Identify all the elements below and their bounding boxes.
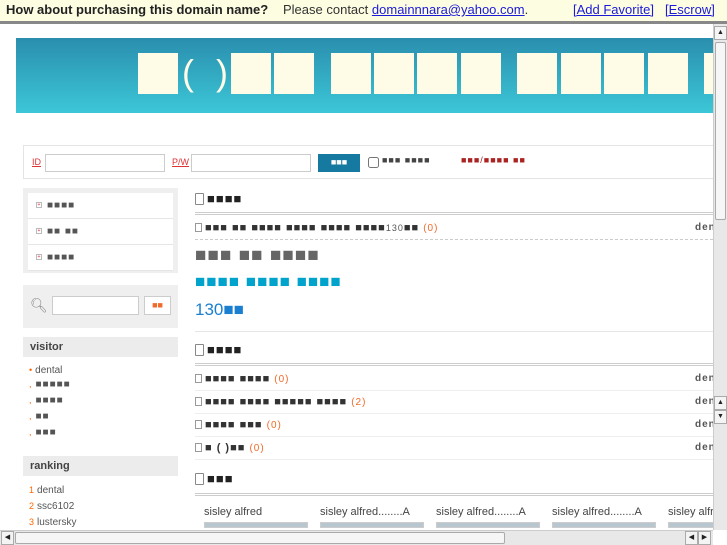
banner-paren: ( [182, 52, 194, 93]
section-title: ■■■ [195, 471, 234, 486]
gallery-item[interactable]: sisley alfred........A [320, 506, 424, 528]
site-banner: ( ) [16, 38, 713, 113]
visitor-item[interactable]: , ■■ [29, 411, 50, 422]
banner-paren: ) [216, 52, 228, 93]
add-favorite-link[interactable]: [Add Favorite] [573, 0, 654, 19]
sidebar-menu: + ■■■■ + ■■ ■■ + ■■■■ [23, 188, 178, 273]
featured-number: 130■■ [195, 300, 244, 319]
sale-question: How about purchasing this domain name? [6, 2, 269, 17]
section-title: ■■■■ [195, 342, 242, 357]
clipboard-icon [195, 193, 204, 205]
plus-icon: + [36, 228, 42, 235]
escrow-link[interactable]: [Escrow] [665, 0, 715, 19]
search-icon: 🔍︎ [30, 297, 48, 313]
visitor-item[interactable]: , ■■■ [29, 427, 57, 438]
search-box: 🔍︎ ■■ [23, 285, 178, 328]
visitor-title: visitor [23, 337, 178, 357]
clipboard-icon [195, 344, 204, 356]
id-label: ID [32, 157, 41, 167]
divider [195, 212, 713, 215]
plus-icon: + [36, 254, 42, 261]
sidebar-menu-item[interactable]: + ■■■■ [28, 245, 173, 271]
gallery-image[interactable] [320, 522, 424, 528]
join-find-link[interactable]: ■■■/■■■■ ■■ [461, 155, 526, 165]
contact-email-link[interactable]: domainnnara@yahoo.com [372, 2, 525, 17]
sidebar-menu-item[interactable]: + ■■ ■■ [28, 219, 173, 245]
login-button[interactable]: ■■■ [318, 154, 360, 172]
scroll-left-icon[interactable]: ◀ [685, 531, 698, 545]
gallery-item[interactable]: sisley alfred [204, 506, 308, 528]
scroll-down-icon[interactable]: ▼ [714, 410, 727, 424]
login-bar: ID P/W ■■■ ■■■ ■■■■ ■■■/■■■■ ■■ [23, 145, 713, 179]
post-row[interactable]: ■ ( )■■ (0)dental [195, 437, 713, 460]
banner-glyph [331, 53, 371, 94]
gallery-image[interactable] [668, 522, 713, 528]
post-row[interactable]: ■■■■ ■■■■ ■■■■■ ■■■■ (2)dental [195, 391, 713, 414]
ranking-item[interactable]: 2 ssc6102 [29, 501, 74, 512]
scroll-up-icon[interactable]: ▲ [714, 26, 727, 40]
sidebar-menu-item[interactable]: + ■■■■ [28, 193, 173, 219]
gallery-item[interactable]: sisley alfred [668, 506, 713, 528]
search-button[interactable]: ■■ [144, 296, 171, 315]
gallery-item[interactable]: sisley alfred........A [436, 506, 540, 528]
banner-glyph [374, 53, 414, 94]
banner-glyph [517, 53, 557, 94]
banner-glyph [274, 53, 314, 94]
scroll-right-icon[interactable]: ▶ [698, 531, 711, 545]
document-icon [195, 397, 202, 406]
scrollbar-thumb[interactable] [715, 42, 726, 220]
banner-glyph [231, 53, 271, 94]
document-icon [195, 420, 202, 429]
gallery-item[interactable]: sisley alfred........A [552, 506, 656, 528]
pw-label: P/W [172, 157, 189, 167]
banner-glyph [461, 53, 501, 94]
visitor-item[interactable]: , ■■■■ [29, 395, 64, 406]
post-row[interactable]: ■■■■ ■■■ (0)dental [195, 414, 713, 437]
featured-post-row[interactable]: ■■■ ■■ ■■■■ ■■■■ ■■■■ ■■■■130■■ (0)denta… [195, 217, 713, 240]
document-icon [195, 443, 202, 452]
scroll-up-icon[interactable]: ▲ [714, 396, 727, 410]
search-input[interactable] [52, 296, 139, 315]
horizontal-scrollbar[interactable]: ◀ ◀ ▶ [0, 530, 713, 545]
banner-glyph [417, 53, 457, 94]
document-icon [195, 223, 202, 232]
gallery-image[interactable] [204, 522, 308, 528]
featured-headline[interactable]: ■■■ ■■ ■■■■ [195, 245, 320, 267]
document-icon [195, 374, 202, 383]
ranking-item[interactable]: 1 dental [29, 485, 64, 496]
plus-icon: + [36, 202, 42, 209]
gallery-image[interactable] [436, 522, 540, 528]
scrollbar-thumb[interactable] [15, 532, 505, 544]
remember-label: ■■■ ■■■■ [382, 155, 431, 165]
divider [0, 21, 727, 24]
divider [195, 363, 713, 366]
id-input[interactable] [45, 154, 165, 172]
banner-glyph [561, 53, 601, 94]
remember-checkbox[interactable] [368, 157, 379, 168]
section-title: ■■■■ [195, 191, 242, 206]
domain-sale-bar: How about purchasing this domain name? P… [0, 0, 727, 21]
gallery-image[interactable] [552, 522, 656, 528]
divider [195, 493, 713, 496]
featured-subheadline[interactable]: ■■■■ ■■■■ ■■■■ [195, 272, 342, 292]
scroll-left-icon[interactable]: ◀ [1, 531, 14, 545]
banner-glyph [604, 53, 644, 94]
banner-glyph [138, 53, 178, 94]
visitor-item[interactable]: • dental [29, 365, 62, 376]
ranking-item[interactable]: 3 lustersky [29, 517, 76, 528]
banner-glyph [648, 53, 688, 94]
clipboard-icon [195, 473, 204, 485]
banner-glyph [704, 53, 713, 94]
vertical-scrollbar[interactable]: ▲ ▲ ▼ [713, 24, 727, 530]
password-input[interactable] [191, 154, 311, 172]
sale-contact: Please contact domainnnara@yahoo.com. [283, 2, 529, 17]
ranking-title: ranking [23, 456, 178, 476]
post-row[interactable]: ■■■■ ■■■■ (0)dental [195, 368, 713, 391]
visitor-item[interactable]: , ■■■■■ [29, 379, 71, 390]
divider [195, 331, 713, 332]
